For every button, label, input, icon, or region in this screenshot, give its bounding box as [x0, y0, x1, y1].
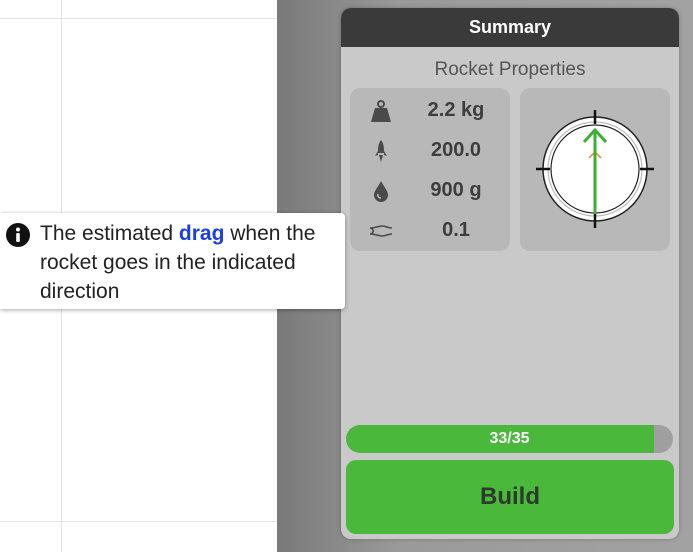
- property-value: 2.2 kg: [427, 99, 485, 121]
- info-icon: [6, 223, 30, 247]
- property-row-fuel[interactable]: 900 g: [350, 176, 510, 206]
- drag-airflow-icon: [368, 218, 394, 244]
- property-value: 900 g: [430, 179, 482, 201]
- fuel-drop-icon: [368, 178, 394, 204]
- property-row-drag[interactable]: 0.1: [350, 216, 510, 246]
- grid-line: [0, 18, 277, 19]
- part-count-progress-bar: 33/35: [346, 425, 673, 453]
- property-value: 200.0: [430, 139, 482, 161]
- progress-text: 33/35: [489, 430, 530, 447]
- tooltip-keyword: drag: [178, 222, 225, 245]
- build-button[interactable]: Build: [346, 460, 674, 534]
- summary-panel: Summary Rocket Properties 2.2 kg 200.0 9…: [341, 8, 679, 539]
- property-row-thrust[interactable]: 200.0: [350, 136, 510, 166]
- property-row-mass[interactable]: 2.2 kg: [350, 96, 510, 126]
- direction-indicator-card: [520, 88, 670, 251]
- game-screen: Summary Rocket Properties 2.2 kg 200.0 9…: [0, 0, 693, 552]
- direction-compass-icon: [536, 110, 654, 228]
- drag-tooltip: The estimated drag when the rocket goes …: [0, 213, 345, 309]
- weight-icon: [368, 98, 394, 124]
- panel-title: Summary: [341, 8, 679, 47]
- tooltip-text-start: The estimated: [40, 222, 179, 245]
- grid-line: [0, 521, 277, 522]
- property-value: 0.1: [442, 219, 470, 241]
- section-title: Rocket Properties: [434, 59, 586, 80]
- rocket-properties-card: 2.2 kg 200.0 900 g 0.1: [350, 88, 510, 251]
- rocket-thrust-icon: [368, 138, 394, 164]
- tooltip-text: The estimated drag when the rocket goes …: [40, 219, 340, 306]
